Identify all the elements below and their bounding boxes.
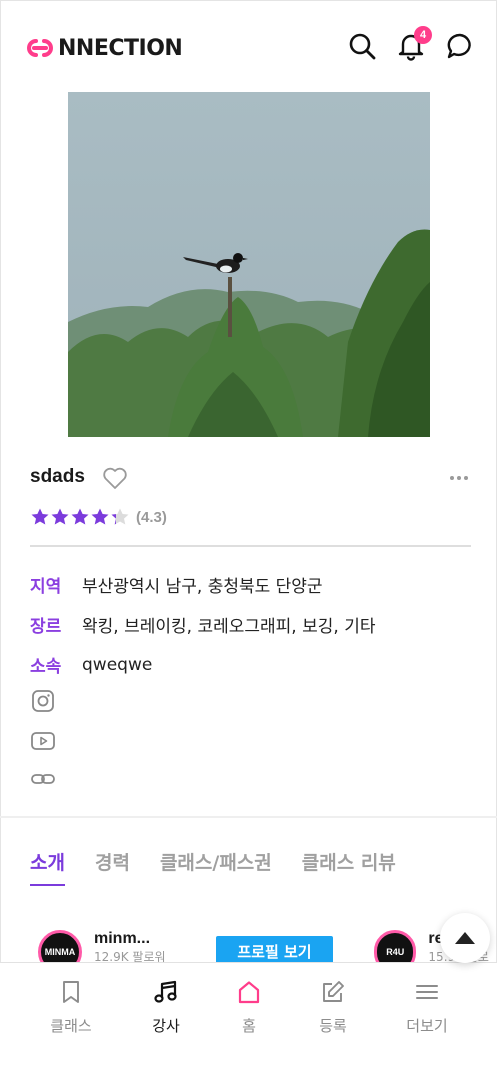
info-value: 왁킹, 브레이킹, 코레오그래피, 보깅, 기타 [82, 617, 376, 637]
nav-label: 클래스 [50, 1017, 92, 1035]
notification-button[interactable]: 4 [395, 26, 432, 62]
nav-instructors[interactable]: 강사 [126, 979, 206, 1036]
nav-label: 더보기 [406, 1017, 448, 1035]
edit-icon [323, 981, 344, 1002]
bookmark-icon [63, 981, 79, 1003]
connection-logo[interactable]: NNECTION [20, 34, 183, 62]
youtube-icon[interactable] [30, 728, 56, 754]
info-genre: 장르 왁킹, 브레이킹, 코레오그래피, 보깅, 기타 [30, 612, 375, 637]
nav-label: 홈 [242, 1017, 256, 1035]
info-value: qweqwe [82, 654, 153, 675]
logo-rings-icon [27, 39, 53, 57]
search-button[interactable] [346, 30, 378, 62]
search-icon [349, 33, 376, 60]
link-icon[interactable] [30, 766, 56, 792]
profile-tabs: 소개 경력 클래스/패스권 클래스 리뷰 [30, 848, 426, 886]
photo-image [68, 92, 430, 437]
more-options-icon[interactable] [448, 470, 470, 486]
info-affiliation: 소속 qweqwe [30, 652, 153, 678]
star-full-icon [51, 508, 69, 525]
star-full-icon [91, 508, 109, 525]
tab-classes-passes[interactable]: 클래스/패스권 [160, 848, 272, 883]
home-icon [238, 981, 260, 1004]
star-full-icon [31, 508, 49, 525]
info-key: 소속 [30, 657, 62, 677]
info-key: 장르 [30, 617, 62, 637]
info-key: 지역 [30, 577, 62, 597]
rating-value: (4.3) [136, 508, 167, 526]
section-separator [0, 816, 497, 818]
menu-icon [416, 985, 438, 999]
tab-career[interactable]: 경력 [95, 848, 130, 883]
nav-classes[interactable]: 클래스 [31, 979, 111, 1036]
instructor-name: sdads [30, 466, 85, 487]
notification-badge: 4 [414, 26, 432, 44]
music-note-icon [154, 980, 177, 1003]
chat-icon [447, 33, 471, 59]
info-region: 지역 부산광역시 남구, 충청북도 단양군 [30, 572, 323, 597]
nav-register[interactable]: 등록 [293, 979, 373, 1036]
info-value: 부산광역시 남구, 충청북도 단양군 [82, 577, 323, 597]
logo-text: NNECTION [58, 35, 183, 61]
favorite-heart-icon[interactable] [101, 464, 129, 492]
tab-intro[interactable]: 소개 [30, 848, 65, 886]
star-partial-icon [111, 508, 129, 525]
profile-photo[interactable] [68, 92, 430, 437]
app-header: NNECTION 4 [0, 0, 497, 90]
nav-label: 강사 [152, 1017, 180, 1035]
card-name: minm... [94, 930, 151, 947]
caret-up-icon [455, 932, 475, 944]
bottom-navigation: 클래스 강사 홈 등록 더보기 [0, 962, 497, 1080]
divider [30, 545, 471, 547]
nav-label: 등록 [319, 1017, 347, 1035]
nav-home[interactable]: 홈 [209, 979, 289, 1036]
tab-class-reviews[interactable]: 클래스 리뷰 [302, 848, 396, 883]
chat-button[interactable] [444, 30, 476, 62]
scroll-top-button[interactable] [440, 913, 490, 963]
rating-stars: (4.3) [30, 507, 167, 527]
star-full-icon [71, 508, 89, 525]
nav-more[interactable]: 더보기 [387, 979, 467, 1036]
instagram-icon[interactable] [30, 688, 56, 714]
